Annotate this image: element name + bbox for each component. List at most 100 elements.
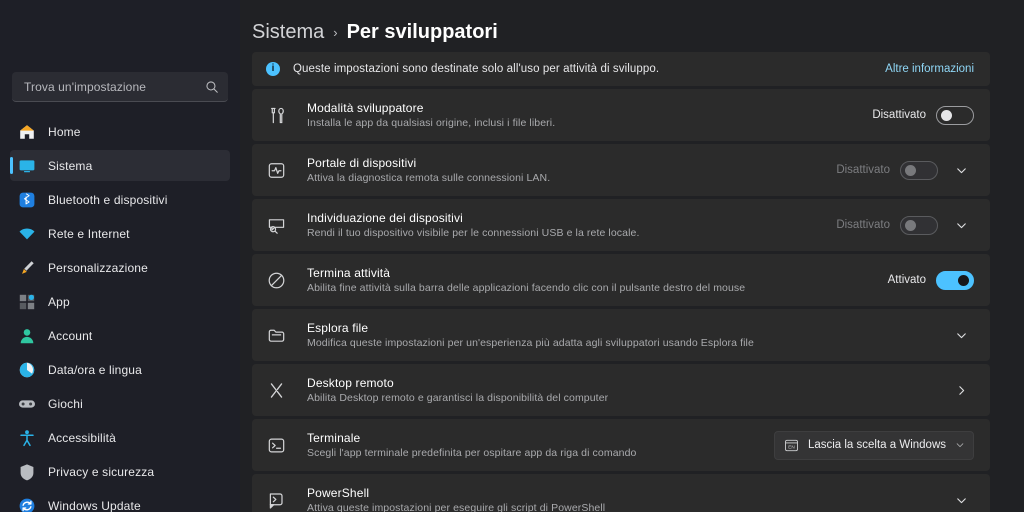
sidebar-item-bluetooth-e-dispositivi[interactable]: Bluetooth e dispositivi xyxy=(10,184,230,215)
setting-subtitle: Abilita Desktop remoto e garantisci la d… xyxy=(307,392,609,404)
chevron-down-icon[interactable] xyxy=(948,487,974,512)
console-window-icon: EN xyxy=(784,438,799,453)
sidebar-item-personalizzazione[interactable]: Personalizzazione xyxy=(10,252,230,283)
sidebar-item-rete-e-internet[interactable]: Rete e Internet xyxy=(10,218,230,249)
sidebar-item-privacy-e-sicurezza[interactable]: Privacy e sicurezza xyxy=(10,456,230,487)
terminal-icon xyxy=(266,435,286,455)
setting-card-device-portal[interactable]: Portale di dispositivi Attiva la diagnost… xyxy=(252,144,990,196)
setting-subtitle: Attiva queste impostazioni per eseguire … xyxy=(307,502,606,512)
sidebar-item-label: Accessibilità xyxy=(48,430,116,445)
chevron-down-icon xyxy=(955,440,965,450)
end-task-icon xyxy=(266,270,286,290)
toggle-state-label: Attivato xyxy=(887,274,926,286)
folder-icon xyxy=(266,325,286,345)
search-input[interactable] xyxy=(24,79,205,94)
home-icon xyxy=(18,123,36,141)
info-banner: i Queste impostazioni sono destinate sol… xyxy=(252,52,990,86)
sidebar-item-accessibilit[interactable]: Accessibilità xyxy=(10,422,230,453)
wifi-icon xyxy=(18,225,36,243)
accessibility-icon xyxy=(18,429,36,447)
toggle-state-label: Disattivato xyxy=(836,219,890,231)
sidebar-item-app[interactable]: App xyxy=(10,286,230,317)
setting-cards: Modalità sviluppatore Installa le app da … xyxy=(252,89,990,512)
setting-card-device-discovery[interactable]: Individuazione dei dispositivi Rendi il t… xyxy=(252,199,990,251)
learn-more-link[interactable]: Altre informazioni xyxy=(885,63,974,75)
setting-controls: Attivato xyxy=(887,270,974,290)
bluetooth-icon xyxy=(18,191,36,209)
sidebar-item-label: Privacy e sicurezza xyxy=(48,464,155,479)
toggle-state-label: Disattivato xyxy=(872,109,926,121)
search-icon xyxy=(205,80,219,94)
setting-card-developer-mode[interactable]: Modalità sviluppatore Installa le app da … xyxy=(252,89,990,141)
toggle-knob xyxy=(941,110,952,121)
gamepad-icon xyxy=(18,395,36,413)
setting-subtitle: Attiva la diagnostica remota sulle conne… xyxy=(307,172,551,184)
toggle-switch xyxy=(900,215,938,235)
sidebar-item-label: Giochi xyxy=(48,396,83,411)
device-discovery-icon xyxy=(266,215,286,235)
breadcrumb-root[interactable]: Sistema xyxy=(252,21,324,44)
toggle-state-label: Disattivato xyxy=(836,164,890,176)
sidebar-item-label: Personalizzazione xyxy=(48,260,148,275)
setting-text: Individuazione dei dispositivi Rendi il t… xyxy=(307,211,822,239)
setting-controls xyxy=(938,377,974,403)
search-box[interactable] xyxy=(12,72,228,102)
setting-title: Modalità sviluppatore xyxy=(307,101,424,115)
tools-icon xyxy=(266,105,286,125)
setting-title: Termina attività xyxy=(307,266,391,280)
chevron-down-icon[interactable] xyxy=(948,212,974,238)
setting-title: Desktop remoto xyxy=(307,376,394,390)
setting-subtitle: Abilita fine attività sulla barra delle … xyxy=(307,282,746,294)
setting-text: Termina attività Abilita fine attività su… xyxy=(307,266,874,294)
remote-desktop-icon xyxy=(266,380,286,400)
setting-card-powershell[interactable]: PowerShell Attiva queste impostazioni per… xyxy=(252,474,990,512)
setting-controls: Disattivato xyxy=(872,105,974,125)
person-icon xyxy=(18,327,36,345)
device-portal-icon xyxy=(266,160,286,180)
info-banner-text: Queste impostazioni sono destinate solo … xyxy=(293,63,660,75)
setting-text: Esplora file Modifica queste impostazioni… xyxy=(307,321,924,349)
setting-title: Terminale xyxy=(307,431,361,445)
chevron-down-icon[interactable] xyxy=(948,157,974,183)
setting-text: Desktop remoto Abilita Desktop remoto e g… xyxy=(307,376,924,404)
toggle-switch xyxy=(900,160,938,180)
setting-title: PowerShell xyxy=(307,486,370,500)
setting-card-end-task[interactable]: Termina attività Abilita fine attività su… xyxy=(252,254,990,306)
sidebar-item-label: Rete e Internet xyxy=(48,226,130,241)
setting-card-terminal[interactable]: Terminale Scegli l'app terminale predefin… xyxy=(252,419,990,471)
sidebar-item-account[interactable]: Account xyxy=(10,320,230,351)
breadcrumb-separator-icon: › xyxy=(333,24,338,40)
navigation-sidebar: Home Sistema Bluetooth e dispositivi Rete e… xyxy=(0,0,240,512)
sidebar-item-windows-update[interactable]: Windows Update xyxy=(10,490,230,512)
toggle-switch[interactable] xyxy=(936,105,974,125)
settings-window: Home Sistema Bluetooth e dispositivi Rete e… xyxy=(0,0,1024,512)
sidebar-item-label: Account xyxy=(48,328,93,343)
shield-icon xyxy=(18,463,36,481)
setting-title: Portale di dispositivi xyxy=(307,156,417,170)
sidebar-item-home[interactable]: Home xyxy=(10,116,230,147)
setting-text: Portale di dispositivi Attiva la diagnost… xyxy=(307,156,822,184)
setting-subtitle: Modifica queste impostazioni per un'espe… xyxy=(307,337,754,349)
setting-card-file-explorer[interactable]: Esplora file Modifica queste impostazioni… xyxy=(252,309,990,361)
setting-controls xyxy=(938,487,974,512)
toggle-knob xyxy=(905,165,916,176)
sidebar-item-label: Home xyxy=(48,124,81,139)
setting-card-remote-desktop[interactable]: Desktop remoto Abilita Desktop remoto e g… xyxy=(252,364,990,416)
sidebar-nav-list: Home Sistema Bluetooth e dispositivi Rete e… xyxy=(0,116,240,512)
dropdown-selected-value: Lascia la scelta a Windows xyxy=(807,439,946,451)
terminal-default-dropdown[interactable]: EN Lascia la scelta a Windows xyxy=(773,430,974,460)
clock-globe-icon xyxy=(18,361,36,379)
setting-text: Modalità sviluppatore Installa le app da … xyxy=(307,101,858,129)
setting-title: Individuazione dei dispositivi xyxy=(307,211,463,225)
chevron-down-icon[interactable] xyxy=(948,322,974,348)
update-refresh-icon xyxy=(18,497,36,512)
sidebar-item-label: Bluetooth e dispositivi xyxy=(48,192,168,207)
sidebar-item-data-ora-e-lingua[interactable]: Data/ora e lingua xyxy=(10,354,230,385)
toggle-switch[interactable] xyxy=(936,270,974,290)
content-pane: Sistema › Per sviluppatori i Queste impo… xyxy=(240,0,1024,512)
setting-subtitle: Scegli l'app terminale predefinita per o… xyxy=(307,447,637,459)
sidebar-item-sistema[interactable]: Sistema xyxy=(10,150,230,181)
setting-controls: Disattivato xyxy=(836,212,974,238)
sidebar-item-giochi[interactable]: Giochi xyxy=(10,388,230,419)
chevron-right-icon[interactable] xyxy=(948,377,974,403)
